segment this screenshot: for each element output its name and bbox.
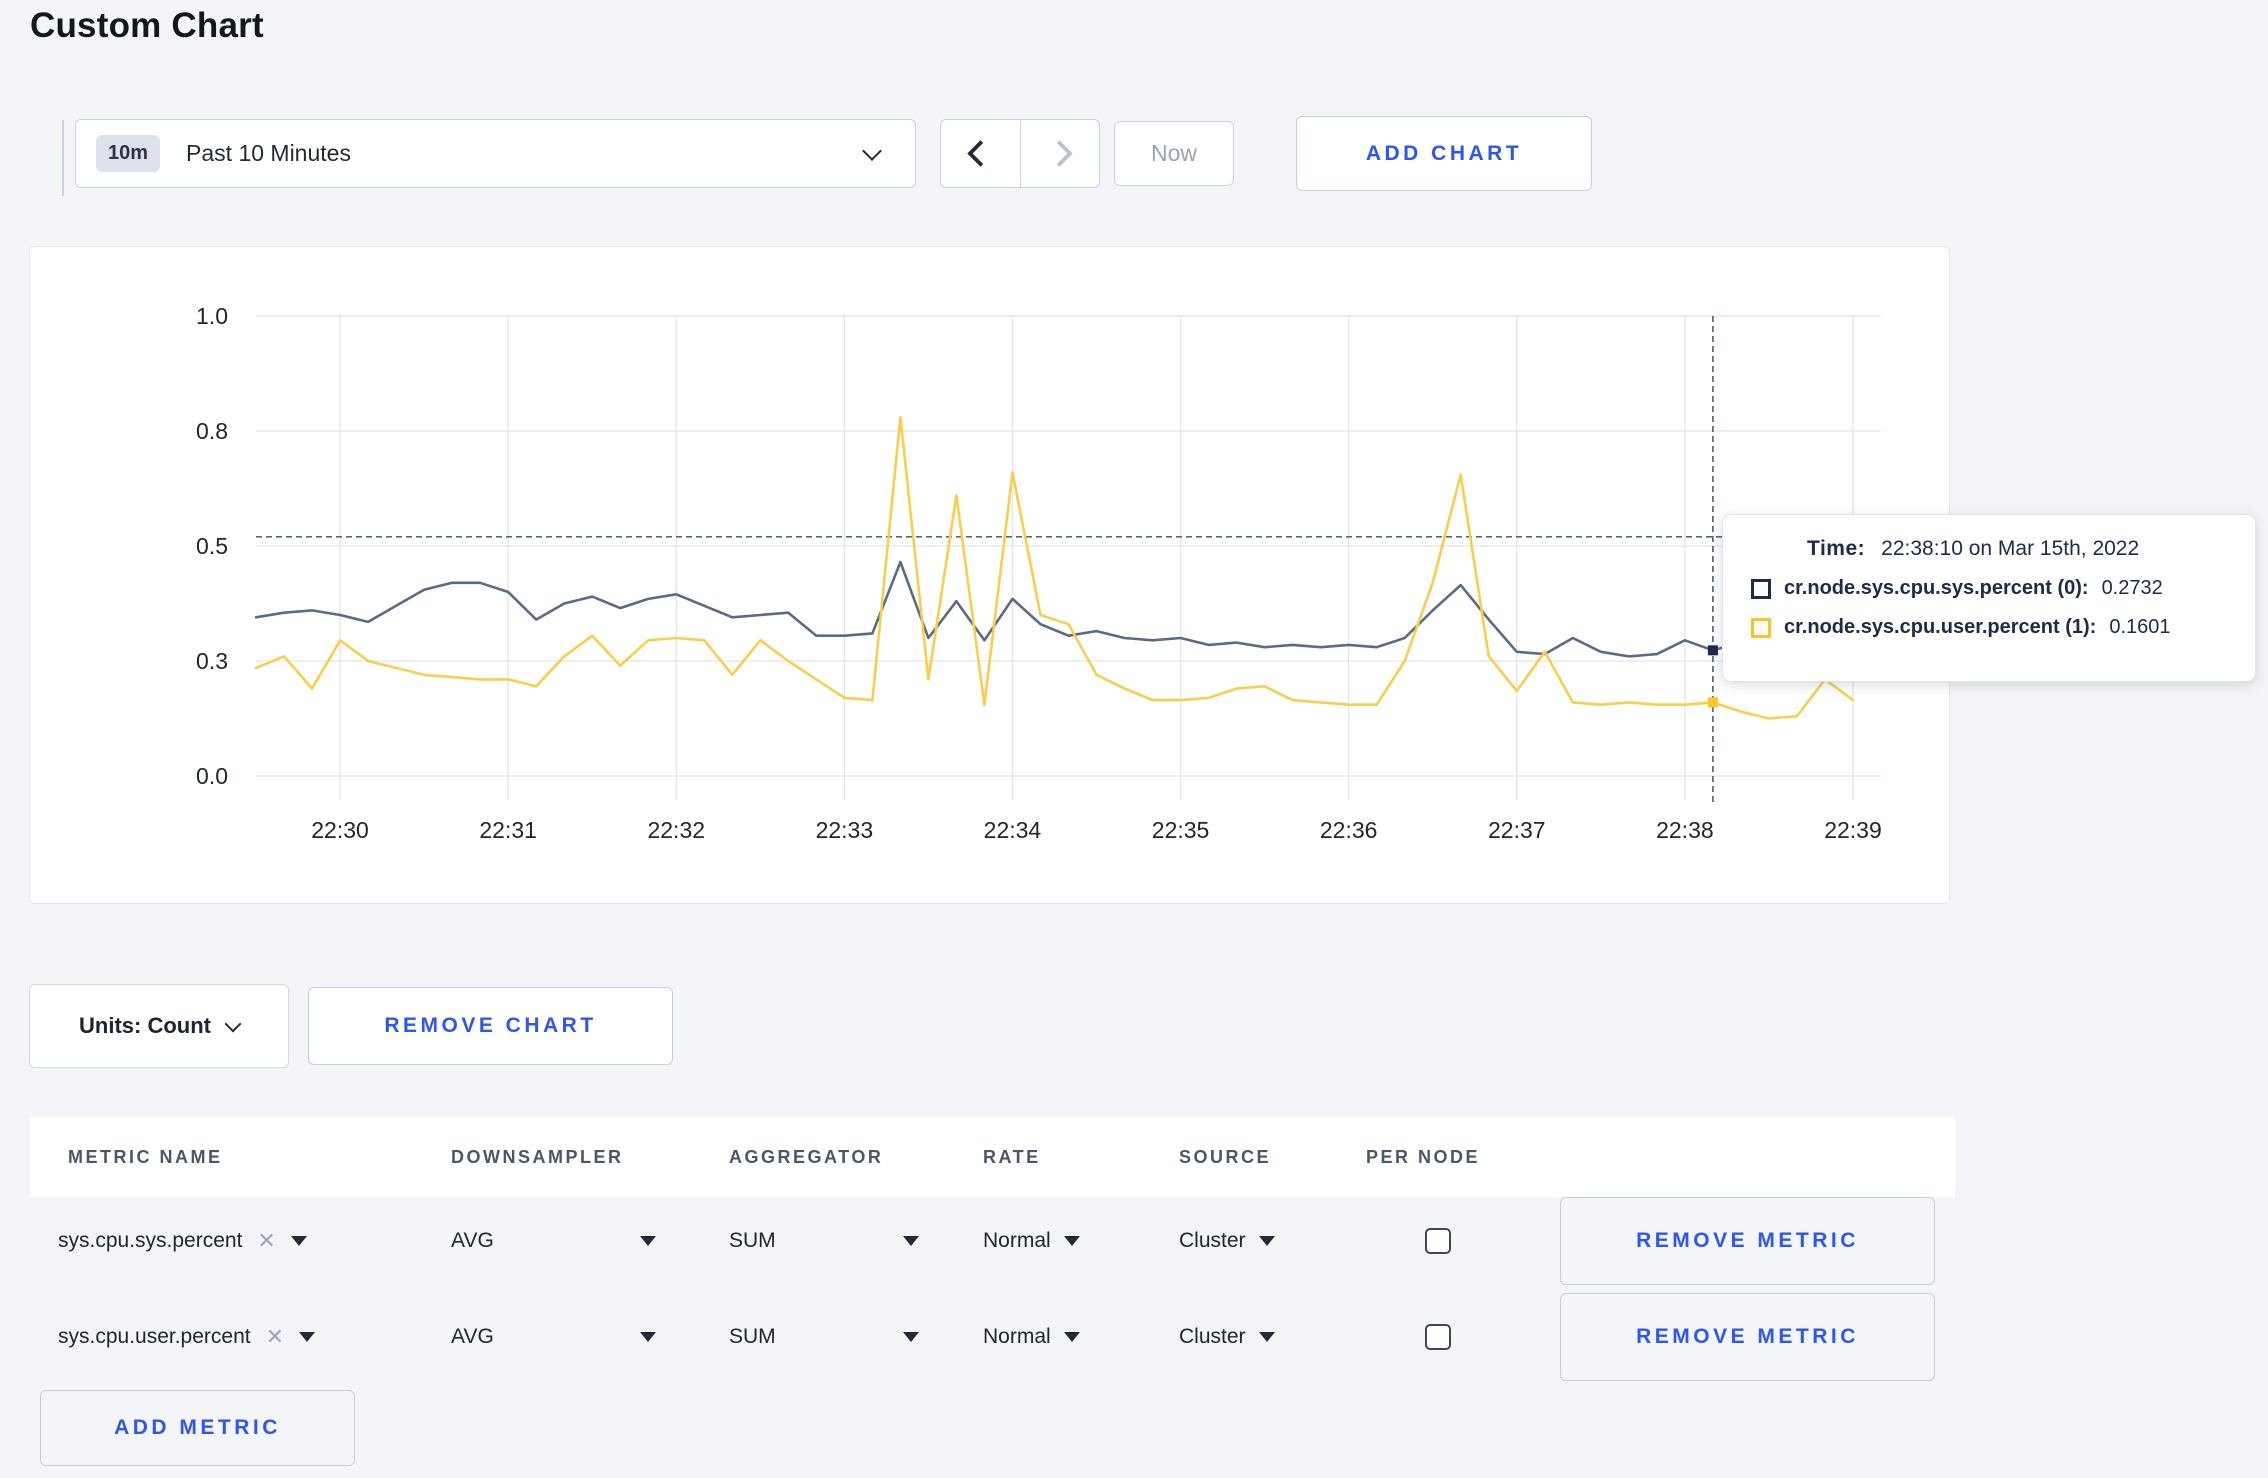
caret-down-icon [903, 1332, 919, 1342]
downsampler-select[interactable]: AVG [451, 1197, 656, 1285]
aggregator-value: SUM [729, 1229, 776, 1252]
svg-text:22:31: 22:31 [479, 817, 537, 843]
aggregator-select[interactable]: SUM [729, 1197, 919, 1285]
remove-metric-x-icon[interactable]: ✕ [266, 1326, 284, 1348]
caret-down-icon [1258, 1236, 1275, 1246]
caret-down-icon [1063, 1236, 1080, 1246]
downsampler-select[interactable]: AVG [451, 1293, 656, 1381]
metric-name-dropdown[interactable]: sys.cpu.user.percent ✕ [58, 1293, 316, 1381]
header-source: SOURCE [1179, 1146, 1272, 1167]
sys-series-swatch-icon [1751, 578, 1771, 599]
header-metric-name: METRIC NAME [68, 1146, 223, 1167]
now-button[interactable]: Now [1114, 121, 1234, 186]
rate-value: Normal [983, 1229, 1051, 1252]
time-range-dropdown[interactable]: 10m Past 10 Minutes [75, 119, 916, 188]
tooltip-time-label: Time: [1807, 537, 1866, 560]
chevron-left-icon [966, 140, 994, 167]
svg-text:22:32: 22:32 [647, 817, 705, 843]
table-row: sys.cpu.user.percent ✕ AVG SUM Normal Cl… [0, 1293, 2268, 1381]
source-value: Cluster [1179, 1229, 1246, 1252]
remove-metric-button[interactable]: REMOVE METRIC [1560, 1293, 1935, 1381]
aggregator-select[interactable]: SUM [729, 1293, 919, 1381]
chevron-right-icon [1046, 140, 1074, 167]
svg-text:22:39: 22:39 [1824, 817, 1882, 843]
source-select[interactable]: Cluster [1179, 1197, 1275, 1285]
tooltip-time-value: 22:38:10 on Mar 15th, 2022 [1881, 537, 2140, 560]
aggregator-value: SUM [729, 1325, 776, 1348]
svg-text:22:36: 22:36 [1320, 817, 1378, 843]
add-chart-button[interactable]: ADD CHART [1296, 116, 1592, 191]
tooltip-series-row: cr.node.sys.cpu.user.percent (1): 0.1601 [1751, 616, 2231, 639]
svg-text:22:38: 22:38 [1656, 817, 1714, 843]
chart-card: 22:30 22:31 22:32 22:33 22:34 22:35 22:36 22:37… [29, 246, 1950, 904]
chevron-down-icon [224, 1015, 242, 1033]
svg-text:0.3: 0.3 [196, 648, 228, 674]
tooltip-series-value: 0.1601 [2109, 616, 2171, 638]
chart-tooltip: Time: 22:38:10 on Mar 15th, 2022 cr.node.… [1722, 514, 2256, 682]
per-node-checkbox[interactable] [1425, 1324, 1451, 1350]
svg-text:22:37: 22:37 [1488, 817, 1546, 843]
per-node-checkbox[interactable] [1425, 1228, 1451, 1254]
table-row: sys.cpu.sys.percent ✕ AVG SUM Normal Clu… [0, 1197, 2268, 1285]
svg-text:22:30: 22:30 [311, 817, 369, 843]
tooltip-series-value: 0.2732 [2101, 577, 2163, 599]
time-range-badge: 10m [96, 135, 161, 172]
tooltip-series-name: cr.node.sys.cpu.user.percent (1): [1784, 616, 2097, 638]
remove-metric-x-icon[interactable]: ✕ [257, 1230, 275, 1252]
tooltip-series-row: cr.node.sys.cpu.sys.percent (0): 0.2732 [1751, 577, 2231, 600]
svg-text:0.5: 0.5 [196, 533, 228, 559]
caret-down-icon [299, 1332, 316, 1342]
time-range-label: Past 10 Minutes [186, 140, 351, 166]
header-aggregator: AGGREGATOR [729, 1146, 884, 1167]
user-series-swatch-icon [1751, 617, 1771, 638]
next-time-button[interactable] [1021, 120, 1100, 187]
add-metric-button[interactable]: ADD METRIC [40, 1390, 355, 1466]
chevron-down-icon [862, 140, 882, 161]
source-select[interactable]: Cluster [1179, 1293, 1275, 1381]
header-downsampler: DOWNSAMPLER [451, 1146, 624, 1167]
page-title: Custom Chart [30, 6, 264, 45]
caret-down-icon [640, 1236, 656, 1246]
time-pager [940, 119, 1100, 188]
tooltip-time-row: Time: 22:38:10 on Mar 15th, 2022 [1807, 537, 2231, 561]
metrics-table-header: METRIC NAME DOWNSAMPLER AGGREGATOR RATE … [30, 1117, 1955, 1197]
caret-down-icon [903, 1236, 919, 1246]
caret-down-icon [290, 1236, 307, 1246]
prev-time-button[interactable] [941, 120, 1021, 187]
per-node-cell [1425, 1197, 1451, 1285]
units-dropdown[interactable]: Units: Count [29, 984, 289, 1068]
metric-name-dropdown[interactable]: sys.cpu.sys.percent ✕ [58, 1197, 307, 1285]
svg-text:0.8: 0.8 [196, 418, 228, 444]
svg-text:22:33: 22:33 [816, 817, 874, 843]
downsampler-value: AVG [451, 1325, 494, 1348]
tooltip-series-name: cr.node.sys.cpu.sys.percent (0): [1784, 577, 2089, 599]
toolbar-divider [62, 120, 64, 196]
units-label: Units: Count [79, 1013, 211, 1038]
rate-select[interactable]: Normal [983, 1293, 1080, 1381]
rate-select[interactable]: Normal [983, 1197, 1080, 1285]
per-node-cell [1425, 1293, 1451, 1381]
caret-down-icon [1258, 1332, 1275, 1342]
chart-svg[interactable]: 22:30 22:31 22:32 22:33 22:34 22:35 22:36 22:37… [30, 247, 1949, 903]
svg-text:0.0: 0.0 [196, 763, 228, 789]
source-value: Cluster [1179, 1325, 1246, 1348]
caret-down-icon [640, 1332, 656, 1342]
header-per-node: PER NODE [1366, 1146, 1481, 1167]
caret-down-icon [1063, 1332, 1080, 1342]
metric-name-value: sys.cpu.user.percent [58, 1325, 251, 1348]
metric-name-value: sys.cpu.sys.percent [58, 1229, 243, 1252]
rate-value: Normal [983, 1325, 1051, 1348]
svg-text:22:35: 22:35 [1152, 817, 1210, 843]
downsampler-value: AVG [451, 1229, 494, 1252]
custom-chart-page: Custom Chart 10m Past 10 Minutes Now ADD… [0, 0, 2268, 1478]
svg-text:22:34: 22:34 [984, 817, 1042, 843]
svg-text:1.0: 1.0 [196, 303, 228, 329]
remove-metric-button[interactable]: REMOVE METRIC [1560, 1197, 1935, 1285]
remove-chart-button[interactable]: REMOVE CHART [308, 987, 673, 1065]
header-rate: RATE [983, 1146, 1041, 1167]
